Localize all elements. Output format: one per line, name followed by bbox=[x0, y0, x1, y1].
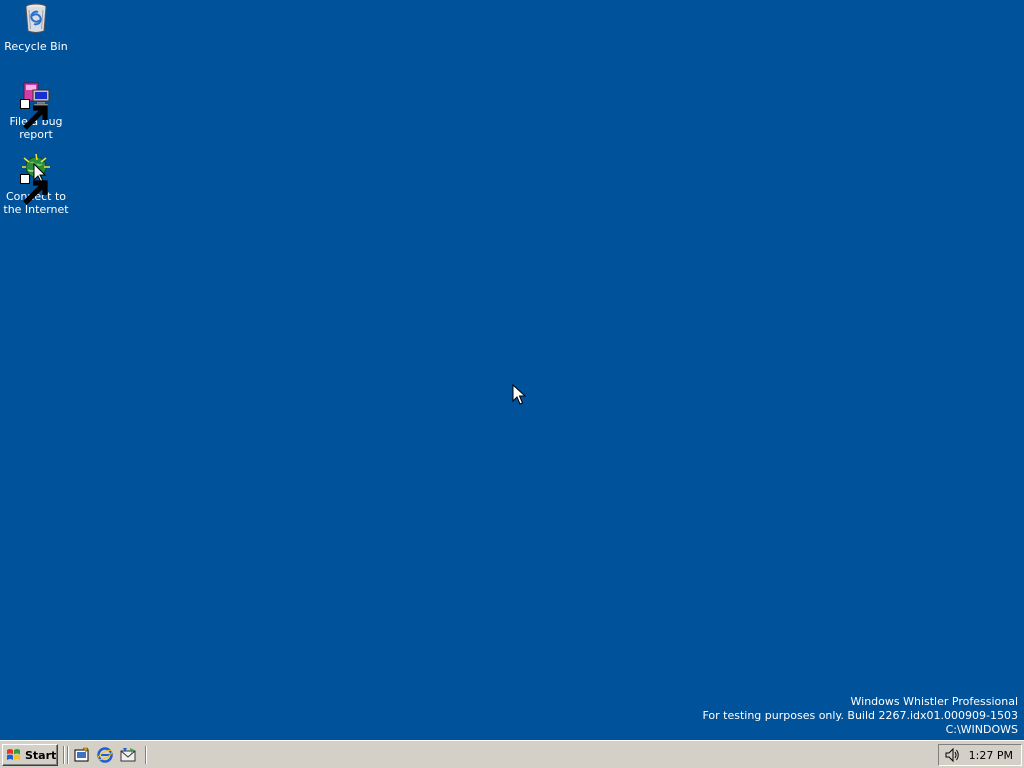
desktop-icon-recycle-bin[interactable]: Recycle Bin bbox=[0, 2, 72, 53]
build-watermark: Windows Whistler Professional For testin… bbox=[702, 695, 1018, 737]
start-label: Start bbox=[25, 748, 57, 762]
desktop-icon-connect-internet[interactable]: Connect to the Internet bbox=[0, 152, 72, 216]
taskbar: Start 1:27 PM bbox=[0, 740, 1024, 768]
shortcut-arrow-icon bbox=[20, 99, 48, 130]
windows-flag-icon bbox=[6, 748, 22, 762]
watermark-line: Windows Whistler Professional bbox=[850, 695, 1019, 708]
shortcut-arrow-icon bbox=[20, 174, 48, 205]
start-button[interactable]: Start bbox=[2, 744, 58, 766]
system-tray: 1:27 PM bbox=[938, 744, 1022, 766]
desktop[interactable]: Recycle Bin File a bug report Connect to… bbox=[0, 0, 1024, 740]
watermark-line: C:\WINDOWS bbox=[945, 723, 1018, 736]
recycle-bin-label: Recycle Bin bbox=[4, 40, 68, 53]
volume-icon[interactable] bbox=[944, 747, 960, 763]
bug-report-icon bbox=[20, 77, 52, 130]
desktop-icon-file-bug-report[interactable]: File a bug report bbox=[0, 77, 72, 141]
show-desktop-icon[interactable] bbox=[74, 747, 90, 763]
internet-explorer-icon[interactable] bbox=[97, 747, 113, 763]
outlook-express-icon[interactable] bbox=[120, 747, 136, 763]
taskbar-separator bbox=[145, 746, 147, 764]
recycle-bin-icon bbox=[20, 2, 52, 34]
clock[interactable]: 1:27 PM bbox=[969, 749, 1013, 762]
mouse-pointer-icon bbox=[512, 383, 527, 406]
watermark-line: For testing purposes only. Build 2267.id… bbox=[702, 709, 1018, 722]
connect-internet-icon bbox=[20, 152, 52, 205]
taskbar-separator bbox=[67, 746, 69, 764]
taskbar-separator bbox=[63, 746, 65, 764]
